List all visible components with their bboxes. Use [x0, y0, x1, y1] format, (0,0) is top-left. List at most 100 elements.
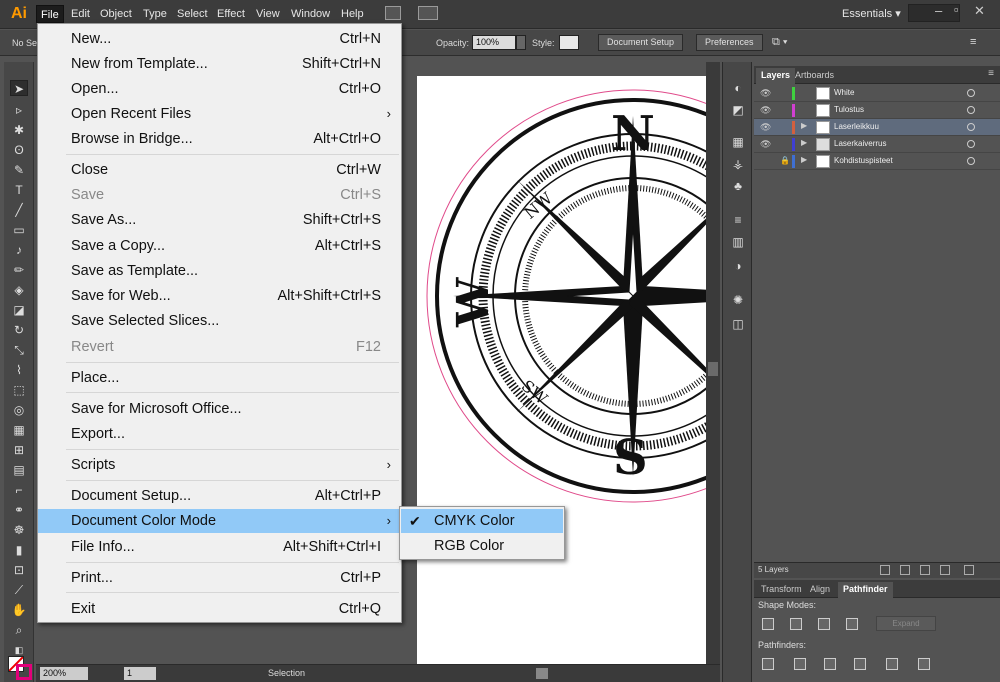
graphic-styles-panel-icon[interactable]: ◫: [730, 316, 746, 332]
outline-icon[interactable]: [886, 658, 898, 670]
menu-item-save-for-web[interactable]: Save for Web... Alt+Shift+Ctrl+S: [38, 284, 401, 308]
exclude-icon[interactable]: [846, 618, 858, 630]
swatches-panel-icon[interactable]: ▦: [730, 134, 746, 150]
eyedropper-tool-icon[interactable]: ⌐: [10, 482, 28, 498]
scrollbar-thumb[interactable]: [708, 362, 718, 376]
color-guide-panel-icon[interactable]: ◩: [730, 102, 746, 118]
workspace-switcher[interactable]: Essentials ▾: [842, 5, 901, 23]
pencil-tool-icon[interactable]: ✏: [10, 262, 28, 278]
maximize-icon[interactable]: ▫: [954, 2, 959, 17]
layer-name[interactable]: Laserleikkuu: [834, 122, 879, 131]
lasso-tool-icon[interactable]: ʘ: [10, 142, 28, 158]
menu-item-place[interactable]: Place...: [38, 366, 401, 390]
zoom-level-field[interactable]: 200%: [40, 667, 88, 680]
menu-item-browse-in-bridge[interactable]: Browse in Bridge... Alt+Ctrl+O: [38, 127, 401, 151]
transparency-panel-icon[interactable]: ◑: [730, 258, 746, 274]
new-layer-icon[interactable]: [940, 565, 950, 575]
panel-menu-icon[interactable]: ≡: [970, 36, 976, 48]
zoom-tool-icon[interactable]: ⌕: [10, 622, 28, 638]
menu-item-cmyk-color[interactable]: ✔ CMYK Color: [401, 509, 563, 533]
paintbrush-tool-icon[interactable]: ♪: [10, 242, 28, 258]
menu-help[interactable]: Help: [337, 5, 368, 23]
menu-select[interactable]: Select: [173, 5, 212, 23]
crop-icon[interactable]: [854, 658, 866, 670]
expand-triangle-icon[interactable]: ▶: [801, 155, 807, 164]
make-clipping-mask-icon[interactable]: [900, 565, 910, 575]
search-field[interactable]: [908, 4, 960, 22]
magic-wand-tool-icon[interactable]: ✱: [10, 122, 28, 138]
menu-object[interactable]: Object: [96, 5, 136, 23]
menu-item-new-from-template[interactable]: New from Template... Shift+Ctrl+N: [38, 52, 401, 76]
layer-name[interactable]: Laserkaiverrus: [834, 139, 886, 148]
shape-builder-tool-icon[interactable]: ◎: [10, 402, 28, 418]
layer-row[interactable]: 👁 Tulostus: [754, 102, 1000, 119]
target-icon[interactable]: [967, 89, 975, 97]
menu-item-new[interactable]: New... Ctrl+N: [38, 27, 401, 51]
divide-icon[interactable]: [762, 658, 774, 670]
layer-name[interactable]: Kohdistuspisteet: [834, 156, 893, 165]
blob-brush-tool-icon[interactable]: ◈: [10, 282, 28, 298]
locate-object-icon[interactable]: [880, 565, 890, 575]
line-tool-icon[interactable]: ╱: [10, 202, 28, 218]
trim-icon[interactable]: [794, 658, 806, 670]
menu-item-save-a-copy[interactable]: Save a Copy... Alt+Ctrl+S: [38, 234, 401, 258]
close-icon[interactable]: ✕: [974, 3, 985, 19]
document-setup-button[interactable]: Document Setup: [598, 34, 684, 51]
visibility-eye-icon[interactable]: 👁: [760, 88, 772, 98]
menu-item-exit[interactable]: Exit Ctrl+Q: [38, 597, 401, 621]
style-swatch[interactable]: [559, 35, 579, 50]
layer-row[interactable]: 👁 ▶ Laserleikkuu: [754, 119, 1000, 136]
target-icon[interactable]: [967, 157, 975, 165]
appearance-panel-icon[interactable]: ✺: [730, 292, 746, 308]
delete-layer-icon[interactable]: [964, 565, 974, 575]
menu-effect[interactable]: Effect: [213, 5, 249, 23]
tab-pathfinder[interactable]: Pathfinder: [838, 582, 893, 598]
menu-file[interactable]: File: [36, 5, 64, 23]
tab-align[interactable]: Align: [805, 582, 835, 598]
menu-item-save-as-template[interactable]: Save as Template...: [38, 259, 401, 283]
opacity-input[interactable]: 100%: [472, 35, 516, 50]
menu-item-document-color-mode[interactable]: Document Color Mode ›: [38, 509, 401, 533]
artboard-tool-icon[interactable]: ⊡: [10, 562, 28, 578]
menu-item-file-info[interactable]: File Info... Alt+Shift+Ctrl+I: [38, 535, 401, 559]
selection-tool-icon[interactable]: ➤: [10, 80, 28, 96]
expand-triangle-icon[interactable]: ▶: [801, 138, 807, 147]
column-graph-tool-icon[interactable]: ▮: [10, 542, 28, 558]
artboard[interactable]: N S W NW SW: [417, 76, 840, 666]
visibility-eye-icon[interactable]: 👁: [760, 122, 772, 132]
target-icon[interactable]: [967, 140, 975, 148]
unite-icon[interactable]: [762, 618, 774, 630]
menu-item-scripts[interactable]: Scripts ›: [38, 453, 401, 477]
menu-item-save-for-microsoft-office[interactable]: Save for Microsoft Office...: [38, 397, 401, 421]
merge-icon[interactable]: [824, 658, 836, 670]
expand-button[interactable]: Expand: [876, 616, 936, 631]
bridge-icon[interactable]: [385, 6, 401, 20]
menu-item-open-recent-files[interactable]: Open Recent Files ›: [38, 102, 401, 126]
warp-tool-icon[interactable]: ⌇: [10, 362, 28, 378]
menu-item-save-selected-slices[interactable]: Save Selected Slices...: [38, 309, 401, 333]
menu-edit[interactable]: Edit: [67, 5, 94, 23]
blend-tool-icon[interactable]: ⚭: [10, 502, 28, 518]
opacity-dropdown-icon[interactable]: [516, 35, 526, 50]
visibility-eye-icon[interactable]: 👁: [760, 139, 772, 149]
color-panel-icon[interactable]: ◐: [730, 80, 746, 96]
scale-tool-icon[interactable]: ⤡: [10, 342, 28, 358]
pen-tool-icon[interactable]: ✎: [10, 162, 28, 178]
menu-window[interactable]: Window: [287, 5, 334, 23]
symbols-panel-icon[interactable]: ♣: [730, 178, 746, 194]
layer-name[interactable]: White: [834, 88, 854, 97]
menu-item-close[interactable]: Close Ctrl+W: [38, 158, 401, 182]
artboard-number-field[interactable]: 1: [124, 667, 156, 680]
preferences-button[interactable]: Preferences: [696, 34, 763, 51]
menu-item-export[interactable]: Export...: [38, 422, 401, 446]
layer-name[interactable]: Tulostus: [834, 105, 864, 114]
menu-item-rgb-color[interactable]: RGB Color: [401, 534, 563, 558]
rotate-tool-icon[interactable]: ↻: [10, 322, 28, 338]
menu-item-print[interactable]: Print... Ctrl+P: [38, 566, 401, 590]
stroke-panel-icon[interactable]: ≡: [730, 212, 746, 228]
rectangle-tool-icon[interactable]: ▭: [10, 222, 28, 238]
menu-item-save-as[interactable]: Save As... Shift+Ctrl+S: [38, 208, 401, 232]
menu-view[interactable]: View: [252, 5, 284, 23]
horizontal-scrollbar-thumb[interactable]: [536, 668, 548, 679]
new-sublayer-icon[interactable]: [920, 565, 930, 575]
